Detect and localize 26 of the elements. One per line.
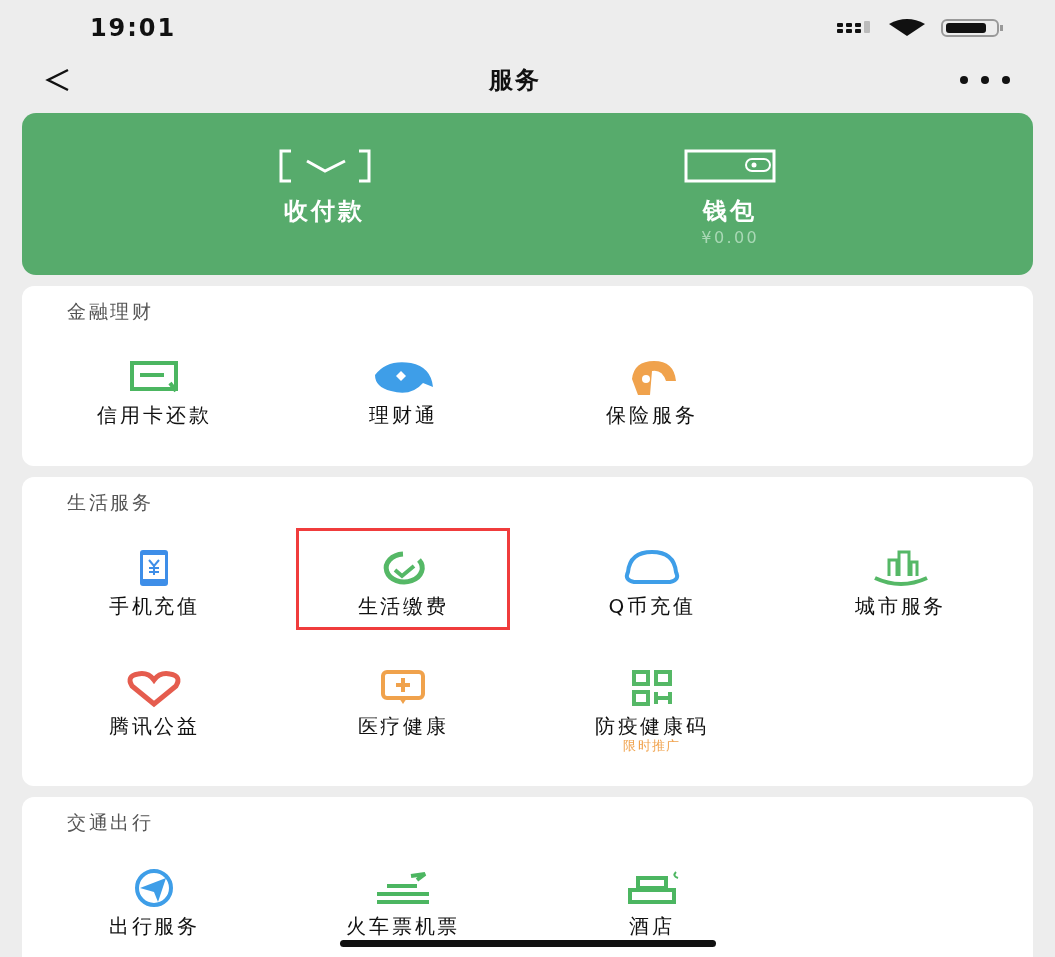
service-label[interactable]: 城市服务 bbox=[855, 594, 947, 618]
service-label[interactable]: 手机充值 bbox=[108, 594, 200, 618]
status-time: 19:01 bbox=[90, 12, 176, 44]
section-title: 交通出行 bbox=[67, 809, 154, 835]
service-label[interactable]: 出行服务 bbox=[108, 914, 200, 938]
promo-note: 限时推广 bbox=[623, 738, 681, 754]
service-label[interactable]: 防疫健康码 bbox=[594, 714, 709, 738]
wallet-icon[interactable] bbox=[684, 149, 777, 183]
wifi-icon bbox=[887, 17, 927, 38]
scan-icon[interactable] bbox=[278, 149, 371, 183]
more-icon[interactable] bbox=[959, 76, 1011, 84]
service-label[interactable]: 保险服务 bbox=[606, 403, 698, 427]
wallet-balance: ¥0.00 bbox=[701, 229, 760, 247]
service-label[interactable]: 火车票机票 bbox=[346, 914, 461, 938]
service-label[interactable]: Q币充值 bbox=[608, 594, 696, 618]
section-title: 生活服务 bbox=[67, 489, 154, 515]
signal-icon bbox=[837, 20, 873, 35]
battery-icon bbox=[941, 17, 1005, 38]
service-label[interactable]: 酒店 bbox=[629, 914, 675, 938]
service-label[interactable]: 生活缴费 bbox=[357, 594, 449, 618]
service-label[interactable]: 信用卡还款 bbox=[97, 403, 212, 427]
section-title: 金融理财 bbox=[67, 298, 154, 324]
page-title: 服务 bbox=[488, 65, 543, 96]
service-label[interactable]: 腾讯公益 bbox=[108, 714, 200, 738]
service-label[interactable]: 理财通 bbox=[368, 403, 438, 427]
service-label[interactable]: 医疗健康 bbox=[357, 714, 449, 738]
